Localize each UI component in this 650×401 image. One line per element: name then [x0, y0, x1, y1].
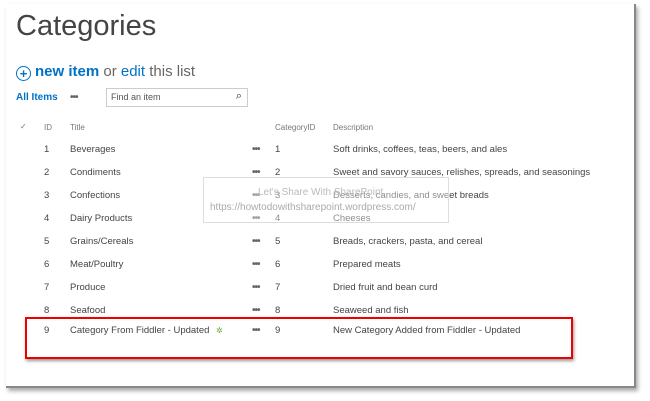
- row-id: 7: [44, 282, 50, 293]
- row-category-id: 8: [275, 305, 281, 316]
- row-title-link[interactable]: Beverages: [70, 144, 115, 155]
- row-menu-button[interactable]: •••: [252, 144, 260, 155]
- row-menu-button[interactable]: •••: [252, 282, 260, 293]
- row-title-link[interactable]: Grains/Cereals: [70, 236, 133, 247]
- row-category-id: 5: [275, 236, 281, 247]
- watermark-line1: Let's Share With SharePoint: [258, 187, 384, 198]
- row-menu-button[interactable]: •••: [252, 305, 260, 316]
- row-title-link[interactable]: Dairy Products: [70, 213, 132, 224]
- column-header-description[interactable]: Description: [333, 123, 373, 132]
- search-input[interactable]: Find an item ⌕: [106, 88, 248, 107]
- command-bar: + new item or edit this list: [16, 63, 195, 81]
- row-category-id: 7: [275, 282, 281, 293]
- row-id: 6: [44, 259, 50, 270]
- row-title-link[interactable]: Produce: [70, 282, 105, 293]
- watermark-line2: https://howtodowithsharepoint.wordpress.…: [210, 202, 416, 213]
- row-id: 8: [44, 305, 50, 316]
- row-description: Prepared meats: [333, 259, 401, 270]
- add-icon[interactable]: +: [16, 66, 31, 81]
- row-id: 2: [44, 167, 50, 178]
- row-description: Breads, crackers, pasta, and cereal: [333, 236, 483, 247]
- new-item-link[interactable]: new item: [35, 63, 99, 80]
- view-all-items[interactable]: All Items: [16, 92, 58, 103]
- select-all-check[interactable]: ✓: [20, 122, 27, 131]
- row-category-id: 1: [275, 144, 281, 155]
- search-icon[interactable]: ⌕: [236, 90, 242, 103]
- row-category-id: 6: [275, 259, 281, 270]
- row-menu-button[interactable]: •••: [252, 259, 260, 270]
- row-description: Seaweed and fish: [333, 305, 409, 316]
- view-more-button[interactable]: •••: [70, 92, 78, 103]
- search-placeholder: Find an item: [111, 92, 161, 102]
- column-header-categoryid[interactable]: CategoryID: [275, 123, 315, 132]
- this-list-text: this list: [149, 63, 196, 80]
- page-title: Categories: [16, 10, 157, 42]
- row-title-link[interactable]: Confections: [70, 190, 120, 201]
- row-title-link[interactable]: Condiments: [70, 167, 121, 178]
- row-description: Dried fruit and bean curd: [333, 282, 438, 293]
- watermark-box: [203, 177, 449, 223]
- row-menu-button[interactable]: •••: [252, 236, 260, 247]
- row-description: Soft drinks, coffees, teas, beers, and a…: [333, 144, 508, 155]
- row-id: 3: [44, 190, 50, 201]
- or-text: or: [103, 63, 117, 80]
- highlight-box: [25, 317, 573, 359]
- row-title-link[interactable]: Seafood: [70, 305, 105, 316]
- row-id: 1: [44, 144, 50, 155]
- row-id: 4: [44, 213, 50, 224]
- column-header-title[interactable]: Title: [70, 123, 85, 132]
- column-header-id[interactable]: ID: [44, 123, 52, 132]
- edit-link[interactable]: edit: [121, 63, 145, 80]
- row-id: 5: [44, 236, 50, 247]
- row-title-link[interactable]: Meat/Poultry: [70, 259, 123, 270]
